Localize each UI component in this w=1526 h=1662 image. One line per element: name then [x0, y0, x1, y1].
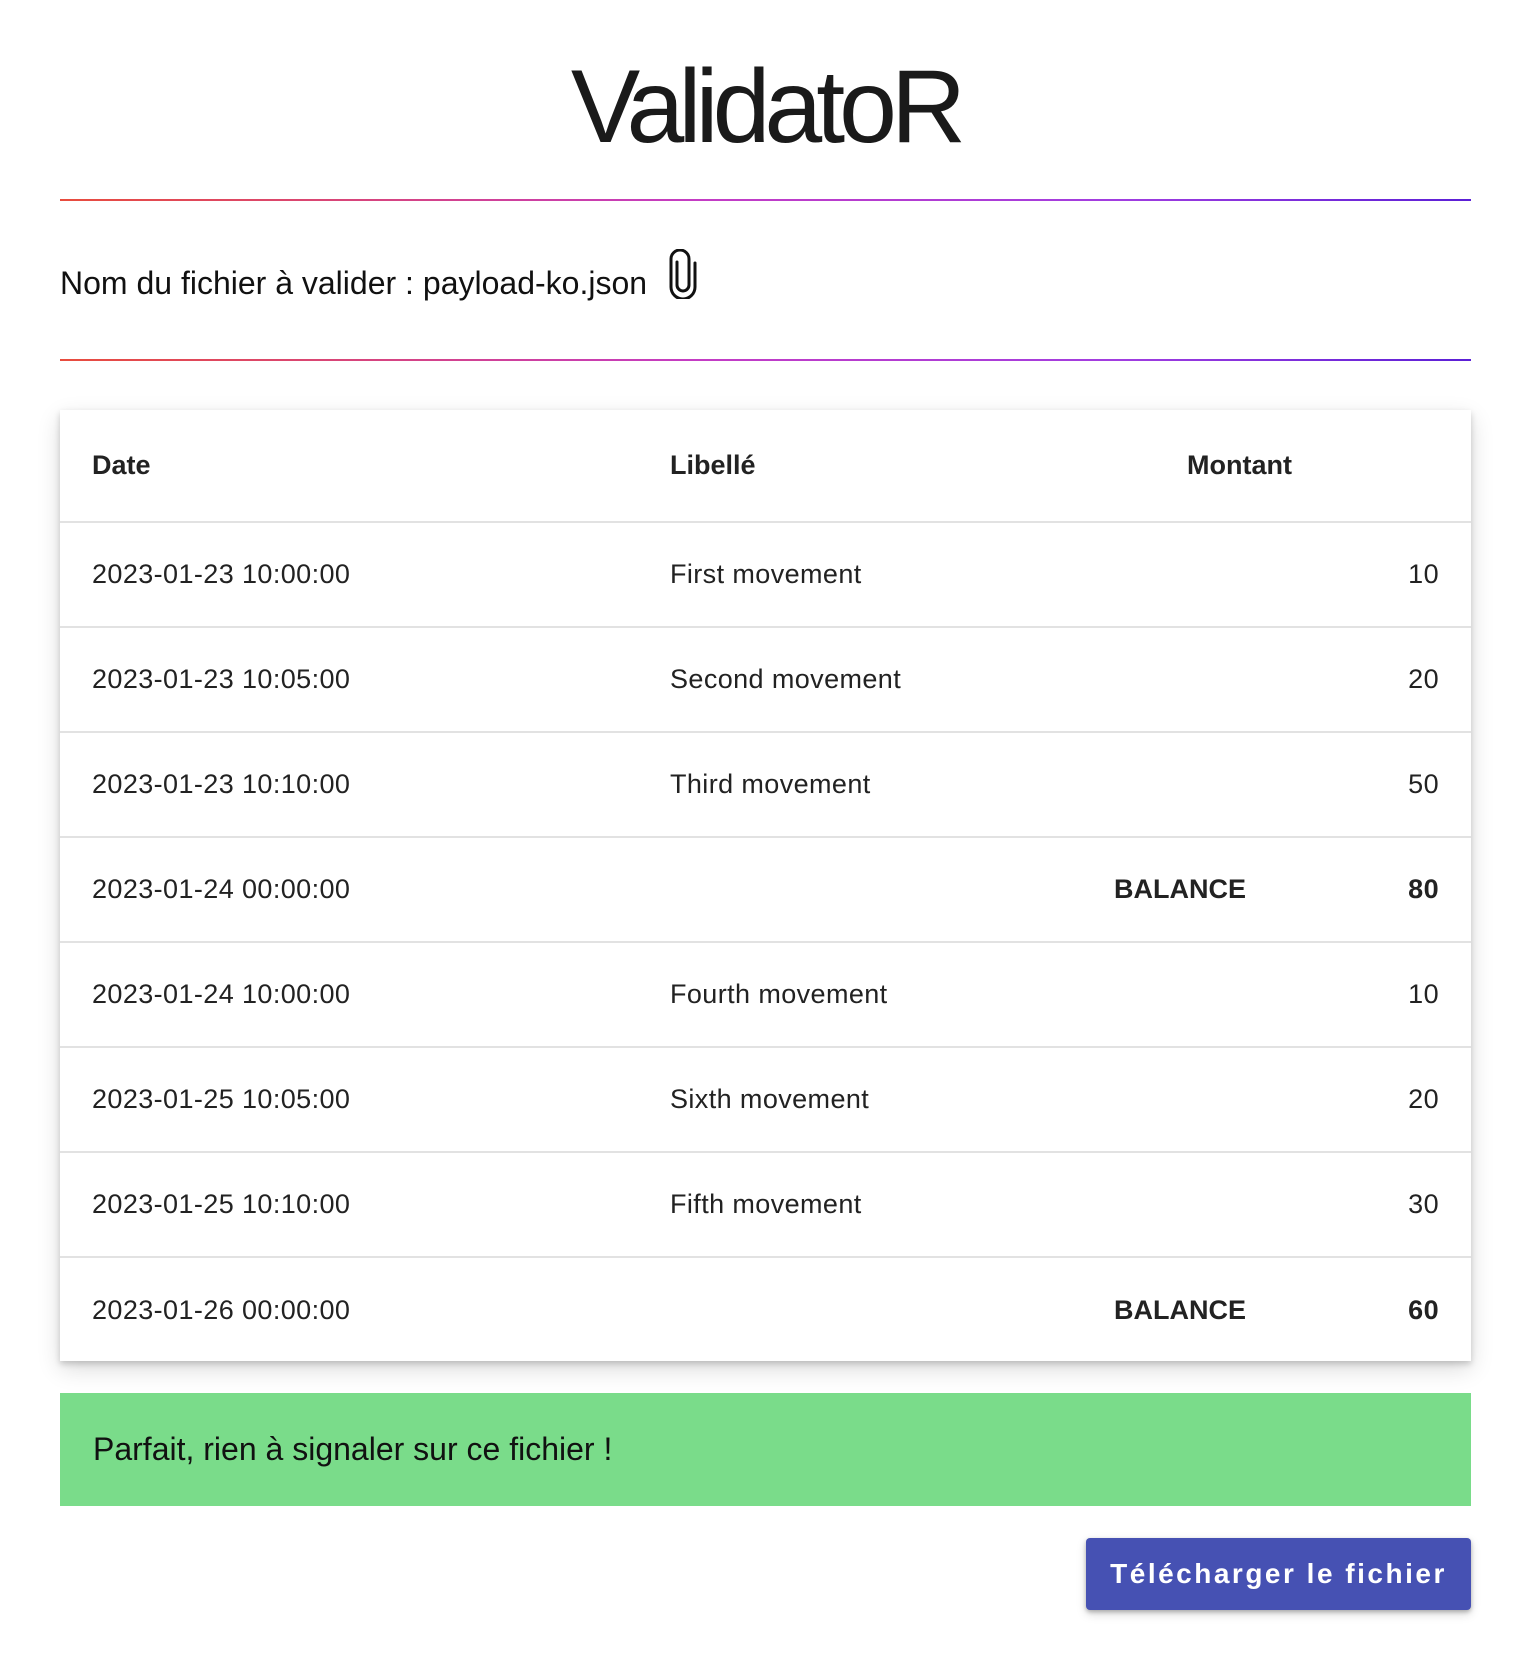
file-name: payload-ko.json	[422, 264, 648, 301]
table-row: 2023-01-25 10:05:00 Sixth movement 20	[60, 1047, 1471, 1153]
file-info: Nom du fichier à valider : payload-ko.js…	[60, 248, 699, 318]
cell-amount: 50	[1172, 732, 1471, 838]
cell-date: 2023-01-25 10:10:00	[60, 1152, 638, 1258]
cell-label: Sixth movement	[638, 1047, 1172, 1153]
paperclip-icon[interactable]	[667, 248, 699, 301]
balance-row: 2023-01-24 00:00:00 BALANCE 80	[60, 837, 1471, 943]
header-date[interactable]: Date	[60, 410, 638, 523]
cell-date: 2023-01-26 00:00:00	[92, 1294, 351, 1325]
success-banner: Parfait, rien à signaler sur ce fichier …	[60, 1393, 1471, 1506]
movements-table-card: Date Libellé Montant 2023-01-23 10:00:00…	[60, 410, 1471, 1361]
balance-label-cell: BALANCE	[638, 837, 1246, 943]
table-row: 2023-01-23 10:10:00 Third movement 50	[60, 732, 1471, 838]
bottom-divider	[60, 359, 1471, 361]
table-row: 2023-01-25 10:10:00 Fifth movement 30	[60, 1152, 1471, 1258]
balance-row: 2023-01-26 00:00:00 BALANCE 60	[60, 1257, 1471, 1362]
movements-table: Date Libellé Montant 2023-01-23 10:00:00…	[60, 410, 1471, 1362]
table-row: 2023-01-23 10:00:00 First movement 10	[60, 522, 1471, 628]
cell-amount: 30	[1172, 1152, 1471, 1258]
cell-date: 2023-01-23 10:00:00	[60, 522, 638, 628]
cell-date: 2023-01-23 10:10:00	[60, 732, 638, 838]
app-title: ValidatoR	[570, 49, 966, 165]
cell-amount: 10	[1172, 942, 1471, 1048]
balance-label: BALANCE	[1114, 1294, 1246, 1325]
header-amount[interactable]: Montant	[1172, 410, 1471, 523]
cell-label: Fifth movement	[638, 1152, 1172, 1258]
cell-date: 2023-01-24 10:00:00	[60, 942, 638, 1048]
cell-amount: 20	[1172, 1047, 1471, 1153]
balance-label: BALANCE	[1114, 874, 1246, 904]
cell-label: First movement	[638, 522, 1172, 628]
cell-label: Third movement	[638, 732, 1172, 838]
top-divider	[60, 199, 1471, 201]
cell-amount: 10	[1172, 522, 1471, 628]
table-row: 2023-01-23 10:05:00 Second movement 20	[60, 627, 1471, 733]
table-row: 2023-01-24 10:00:00 Fourth movement 10	[60, 942, 1471, 1048]
file-label: Nom du fichier à valider :	[60, 264, 414, 301]
cell-date: 2023-01-24 00:00:00	[60, 837, 638, 943]
cell-date: 2023-01-23 10:05:00	[60, 627, 638, 733]
balance-label-cell: BALANCE	[638, 1257, 1246, 1362]
cell-label: Fourth movement	[638, 942, 1172, 1048]
download-file-button[interactable]: Télécharger le fichier	[1086, 1538, 1471, 1610]
cell-date: 2023-01-25 10:05:00	[60, 1047, 638, 1153]
header-label[interactable]: Libellé	[638, 410, 1172, 523]
cell-label: Second movement	[638, 627, 1172, 733]
table-header-row: Date Libellé Montant	[60, 410, 1471, 523]
cell-amount: 20	[1172, 627, 1471, 733]
